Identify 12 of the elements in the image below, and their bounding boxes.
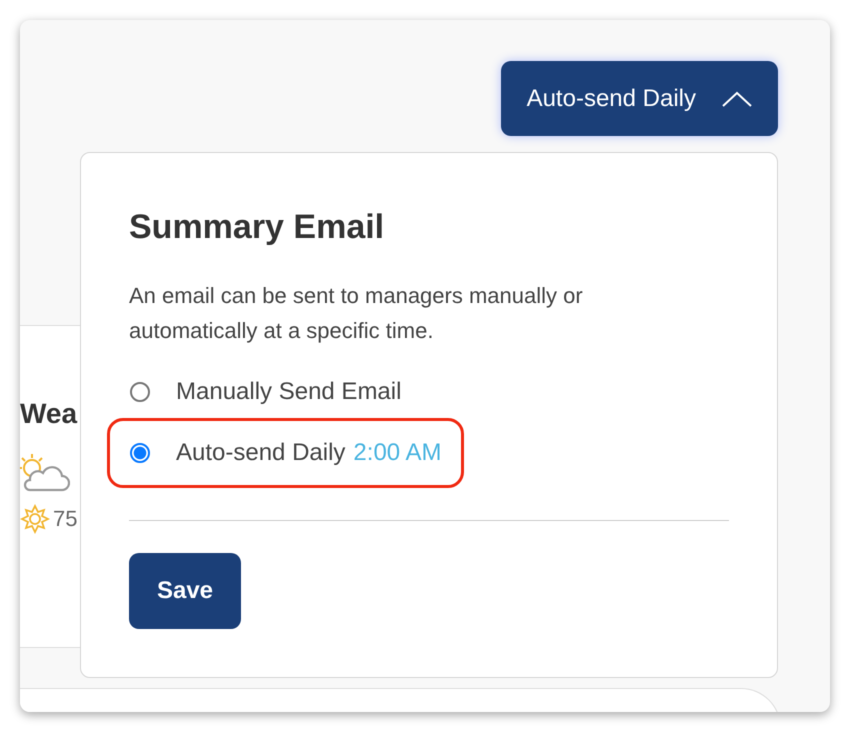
- sun-icon: [20, 504, 50, 534]
- chevron-icon: [722, 90, 752, 106]
- auto-send-dropdown[interactable]: Auto-send Daily: [500, 61, 778, 136]
- save-button[interactable]: Save: [129, 552, 241, 629]
- option-label[interactable]: Auto-send Daily: [176, 438, 346, 467]
- temperature-text: 75: [53, 506, 78, 532]
- radio-button[interactable]: [130, 382, 150, 402]
- option-label[interactable]: Manually Send Email: [176, 378, 402, 406]
- popover-title: Summary Email: [129, 207, 386, 248]
- card-title: Wea: [20, 400, 78, 428]
- description-text: An email can be sent to managers manually or automatically at a specific time.: [129, 282, 584, 345]
- radio-button[interactable]: [130, 442, 150, 463]
